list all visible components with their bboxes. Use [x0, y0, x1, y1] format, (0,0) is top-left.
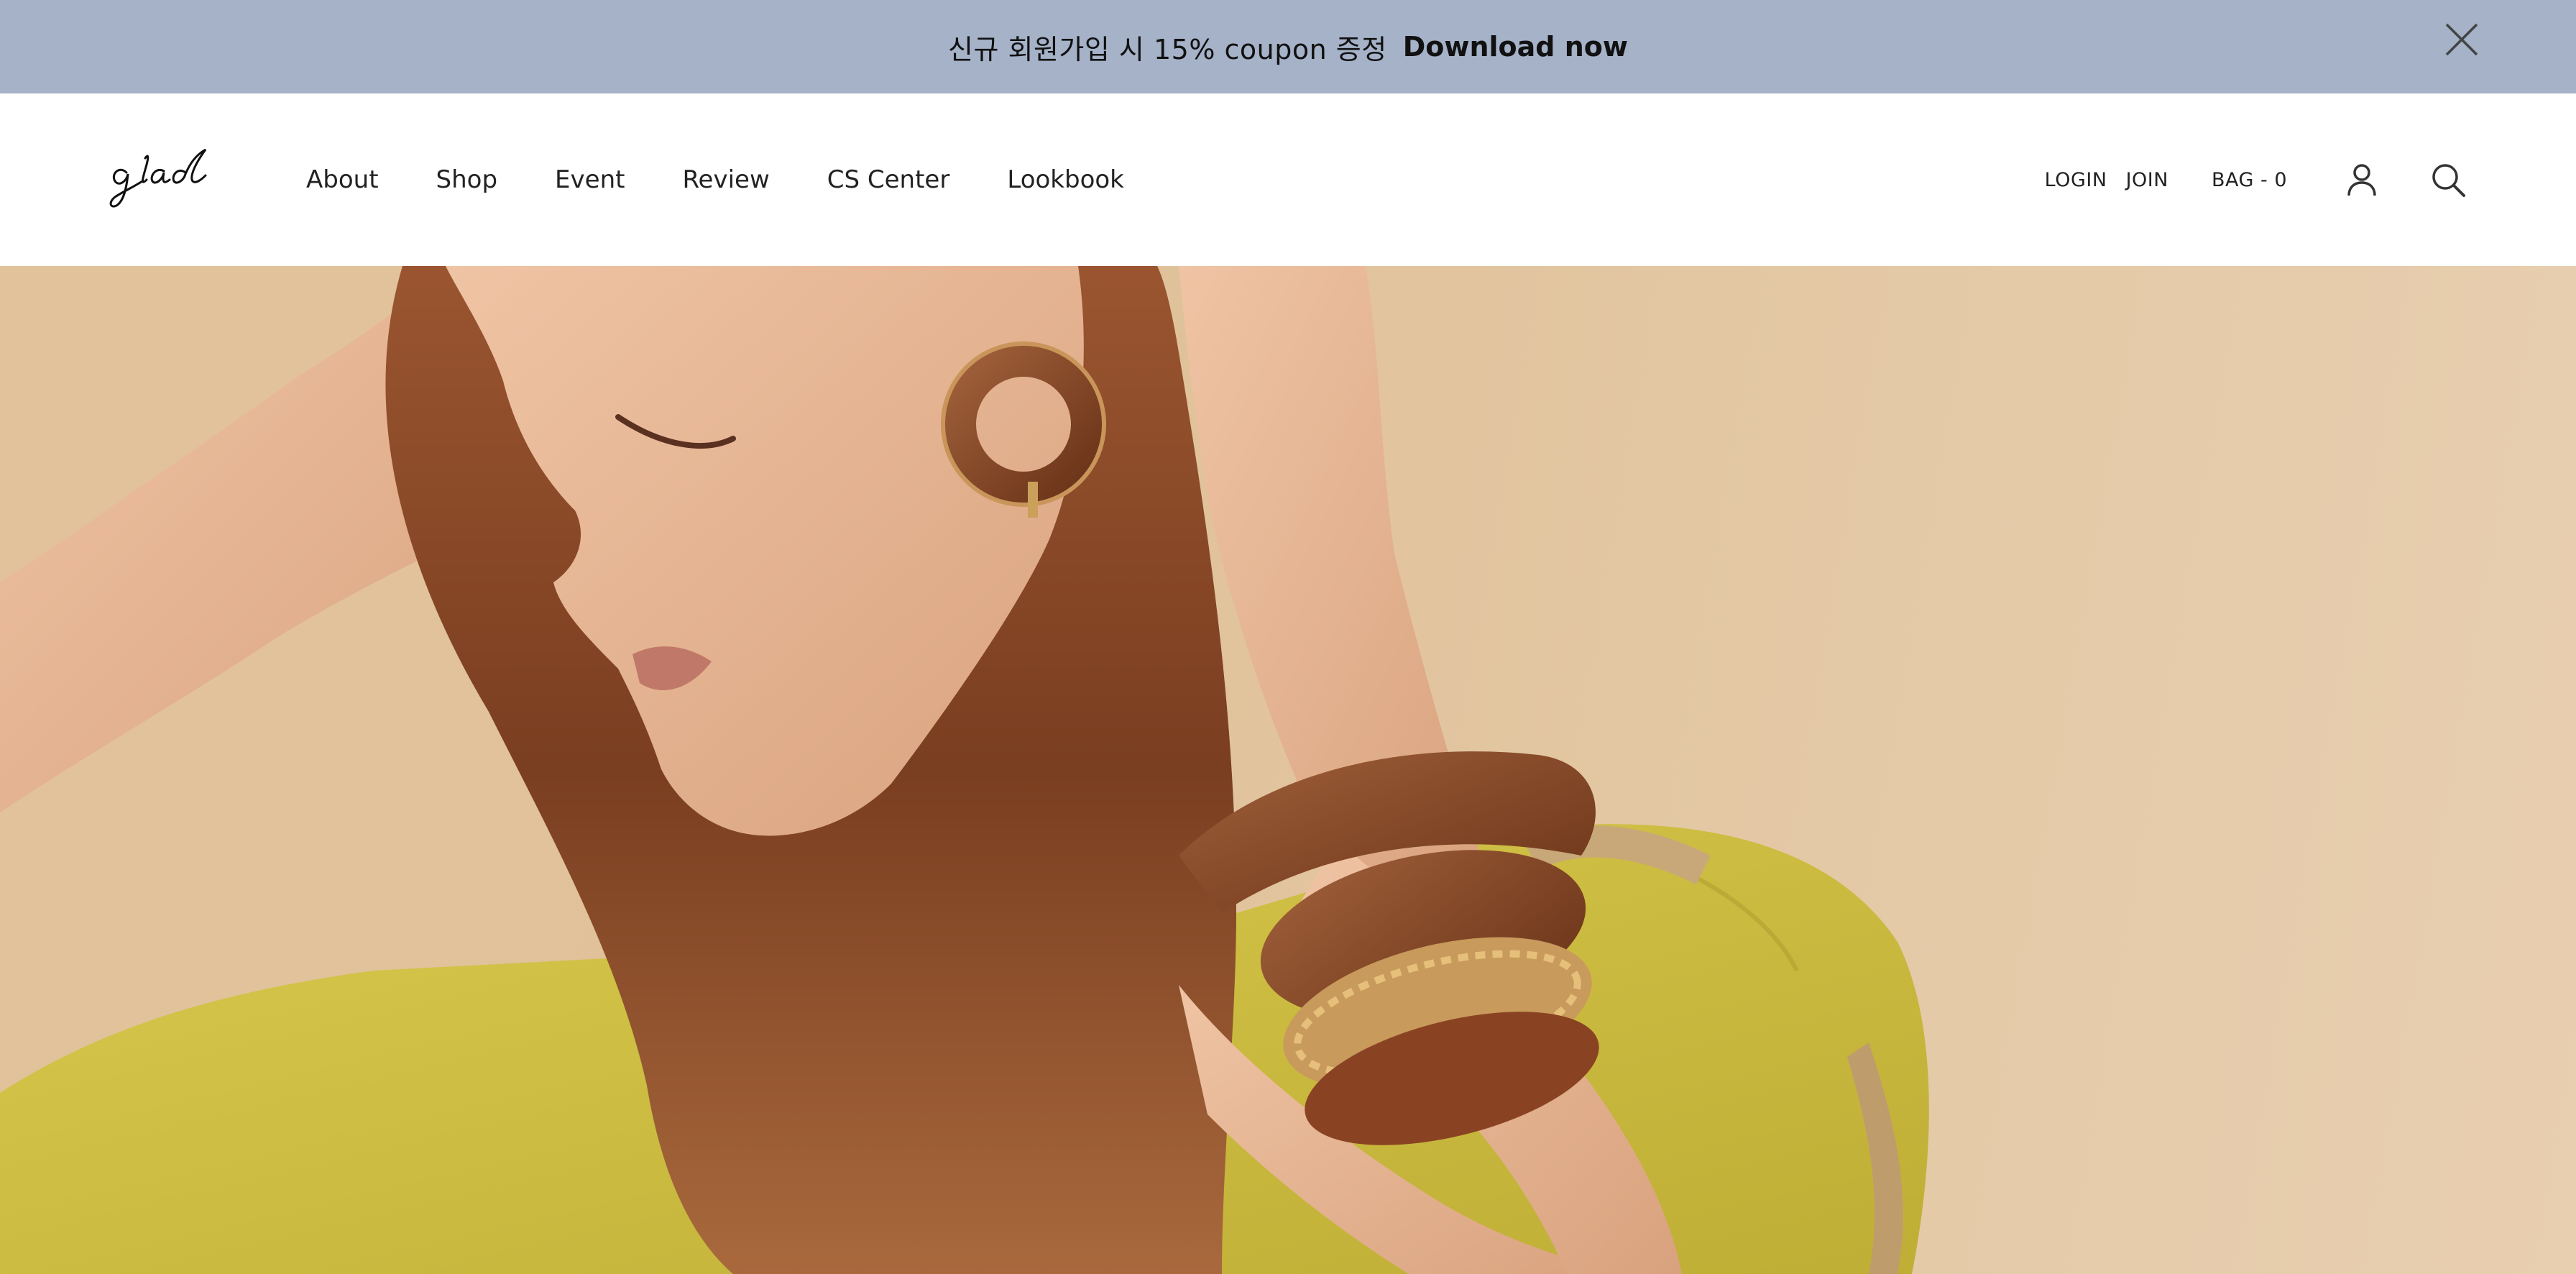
- nav-item-cs-center[interactable]: CS Center: [827, 165, 950, 194]
- main-nav: About Shop Event Review CS Center Lookbo…: [306, 93, 1182, 266]
- site-header: About Shop Event Review CS Center Lookbo…: [0, 93, 2576, 266]
- close-icon[interactable]: [2444, 22, 2480, 58]
- logo[interactable]: [105, 144, 220, 216]
- promo-text: 신규 회원가입 시 15% coupon 증정: [948, 33, 1387, 65]
- nav-item-event[interactable]: Event: [555, 165, 625, 194]
- nav-item-about[interactable]: About: [306, 165, 379, 194]
- download-now-link[interactable]: Download now: [1403, 31, 1628, 63]
- search-icon[interactable]: [2429, 161, 2467, 198]
- promo-banner: 신규 회원가입 시 15% coupon 증정 Download now: [0, 0, 2576, 93]
- utility-nav: LOGIN JOIN BAG - 0: [2045, 93, 2576, 266]
- bag-link[interactable]: BAG - 0: [2212, 169, 2287, 191]
- user-icon[interactable]: [2343, 161, 2380, 198]
- nav-item-review[interactable]: Review: [682, 165, 769, 194]
- nav-item-shop[interactable]: Shop: [436, 165, 498, 194]
- nav-item-lookbook[interactable]: Lookbook: [1007, 165, 1124, 194]
- join-link[interactable]: JOIN: [2126, 169, 2168, 191]
- page: 신규 회원가입 시 15% coupon 증정 Download now Abo…: [0, 0, 2576, 1274]
- login-link[interactable]: LOGIN: [2045, 169, 2107, 191]
- hero-image: [0, 266, 2576, 1274]
